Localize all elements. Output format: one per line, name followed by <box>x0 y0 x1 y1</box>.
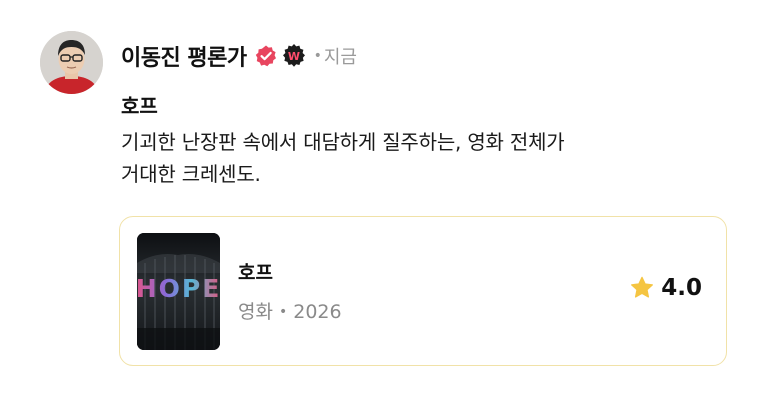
post-header: 이동진 평론가 W • 지금 <box>121 38 357 74</box>
movie-card[interactable]: HOPE 호프 영화 • 2026 4.0 <box>119 216 727 366</box>
movie-year: 2026 <box>293 301 342 323</box>
post-body: 기괴한 난장판 속에서 대담하게 질주하는, 영화 전체가 거대한 크레센도. <box>121 126 721 190</box>
rating-value: 4.0 <box>661 275 702 301</box>
w-badge-icon: W <box>281 43 307 69</box>
avatar-image <box>40 31 103 94</box>
w-badge-letter: W <box>288 50 300 63</box>
movie-category: 영화 <box>238 301 273 323</box>
post-body-line: 기괴한 난장판 속에서 대담하게 질주하는, 영화 전체가 <box>121 130 565 154</box>
movie-meta: 영화 • 2026 <box>238 297 342 324</box>
meta-separator: • <box>278 304 288 320</box>
author-name[interactable]: 이동진 평론가 <box>121 40 247 72</box>
movie-poster[interactable]: HOPE <box>137 233 220 350</box>
header-separator: • <box>313 48 322 64</box>
poster-title: HOPE <box>137 274 220 303</box>
review-post: 이동진 평론가 W • 지금 호프 기괴한 난장판 속에서 대담하게 질주하는,… <box>0 0 772 407</box>
post-title: 호프 <box>121 94 158 118</box>
post-body-line: 거대한 크레센도. <box>121 162 261 186</box>
star-icon <box>629 275 655 301</box>
author-avatar[interactable] <box>40 31 103 94</box>
verified-check-icon <box>254 44 278 68</box>
movie-rating: 4.0 <box>629 275 702 301</box>
movie-title[interactable]: 호프 <box>238 258 273 285</box>
post-timestamp: 지금 <box>323 47 357 68</box>
